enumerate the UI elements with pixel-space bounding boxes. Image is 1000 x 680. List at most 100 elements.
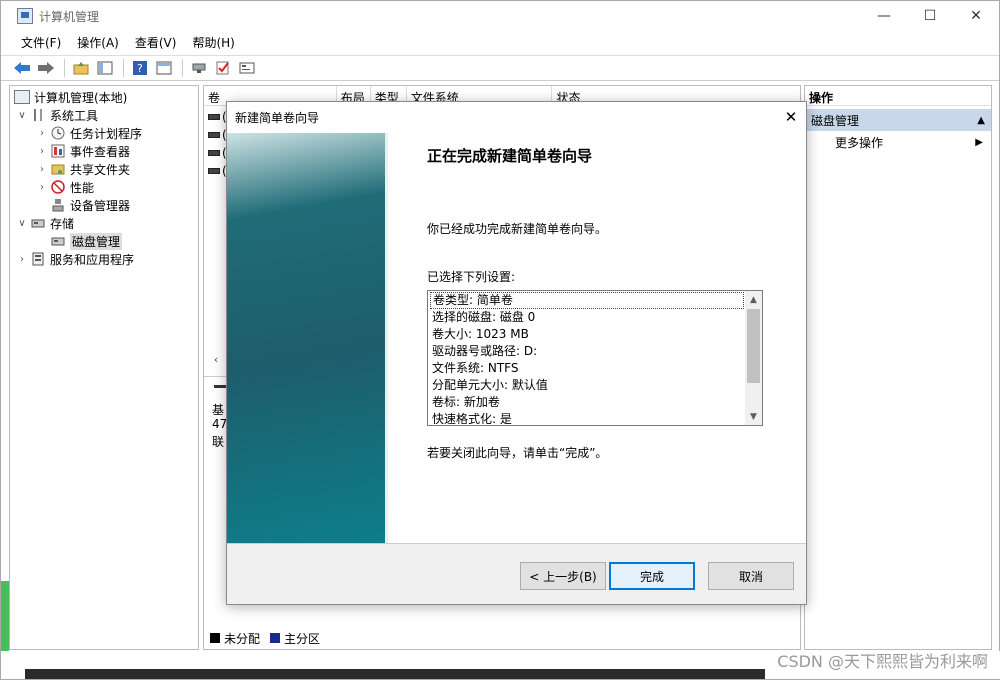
- clock-icon: [50, 126, 66, 140]
- new-simple-volume-wizard: 新建简单卷向导 ✕ 正在完成新建简单卷向导 你已经成功完成新建简单卷向导。 已选…: [226, 101, 807, 605]
- list-item[interactable]: (: [206, 126, 227, 144]
- settings-label: 已选择下列设置:: [427, 270, 516, 284]
- wizard-banner-image: [227, 133, 385, 543]
- actions-section-disk-management[interactable]: 磁盘管理 ▲: [805, 109, 991, 131]
- svg-text:?: ?: [137, 62, 143, 75]
- list-item[interactable]: (: [206, 108, 227, 126]
- settings-item[interactable]: 文件系统: NTFS: [430, 360, 744, 377]
- forward-icon[interactable]: [35, 58, 57, 78]
- chevron-right-icon[interactable]: ›: [36, 164, 48, 175]
- tree-item-label: 计算机管理(本地): [34, 90, 128, 105]
- storage-icon: [30, 216, 46, 230]
- legend-primary: 主分区: [284, 631, 321, 646]
- legend: 未分配 主分区: [208, 629, 320, 647]
- help-icon[interactable]: ?: [129, 58, 151, 78]
- toolbar: ?: [1, 55, 999, 81]
- legend-unallocated: 未分配: [224, 631, 261, 646]
- back-icon[interactable]: [11, 58, 33, 78]
- volume-icon: [208, 168, 220, 174]
- disk-status: 联: [212, 435, 225, 449]
- tree-item-label: 事件查看器: [70, 144, 131, 159]
- tree-item-system-tools[interactable]: ∨ 系统工具: [10, 106, 198, 124]
- tree-item-label: 存储: [50, 216, 75, 231]
- settings-item[interactable]: 卷标: 新加卷: [430, 394, 744, 411]
- settings-scrollbar[interactable]: ▲ ▼: [745, 291, 762, 425]
- dialog-title: 新建简单卷向导: [235, 110, 320, 125]
- tree-item-root[interactable]: 计算机管理(本地): [10, 88, 198, 106]
- shared-folder-icon: [50, 162, 66, 176]
- more-actions-item[interactable]: 更多操作 ▶: [805, 131, 991, 153]
- wizard-heading: 正在完成新建简单卷向导: [427, 147, 593, 165]
- tree-item-shared-folders[interactable]: › 共享文件夹: [10, 160, 198, 178]
- tree-item-storage[interactable]: ∨ 存储: [10, 214, 198, 232]
- submenu-arrow-icon: ▶: [975, 136, 983, 148]
- chevron-down-icon[interactable]: ∨: [16, 110, 28, 121]
- settings-item[interactable]: 卷大小: 1023 MB: [430, 326, 744, 343]
- tree-item-disk-management[interactable]: 磁盘管理: [10, 232, 198, 250]
- dialog-footer: < 上一步(B) 完成 取消: [227, 544, 806, 604]
- tree-item-device-manager[interactable]: 设备管理器: [10, 196, 198, 214]
- volume-icon: [208, 114, 220, 120]
- tree-item-event-viewer[interactable]: › 事件查看器: [10, 142, 198, 160]
- settings-list: 卷类型: 简单卷 选择的磁盘: 磁盘 0 卷大小: 1023 MB 驱动器号或路…: [430, 292, 744, 424]
- scroll-down-icon[interactable]: ▼: [745, 408, 762, 425]
- more-actions-label: 更多操作: [835, 135, 884, 150]
- chevron-down-icon[interactable]: ∨: [16, 218, 28, 229]
- scroll-left-arrow[interactable]: ‹: [204, 350, 228, 368]
- settings-item[interactable]: 分配单元大小: 默认值: [430, 377, 744, 394]
- up-folder-icon[interactable]: [70, 58, 92, 78]
- banner-divider: [385, 133, 388, 543]
- unallocated-swatch: [210, 633, 220, 643]
- dialog-title-bar: 新建简单卷向导: [227, 102, 806, 132]
- properties-icon[interactable]: [153, 58, 175, 78]
- menu-view[interactable]: 查看(V): [127, 34, 185, 51]
- menu-file[interactable]: 文件(F): [13, 34, 69, 51]
- toolbar-separator: [182, 59, 183, 77]
- menu-bar: 文件(F) 操作(A) 查看(V) 帮助(H): [1, 31, 999, 53]
- settings-item[interactable]: 卷类型: 简单卷: [430, 292, 744, 309]
- settings-list-box[interactable]: 卷类型: 简单卷 选择的磁盘: 磁盘 0 卷大小: 1023 MB 驱动器号或路…: [427, 290, 763, 426]
- close-button[interactable]: ✕: [953, 1, 999, 31]
- tree-item-task-scheduler[interactable]: › 任务计划程序: [10, 124, 198, 142]
- tools-icon: [30, 108, 46, 122]
- list-item[interactable]: (: [206, 144, 227, 162]
- chevron-right-icon[interactable]: ›: [16, 254, 28, 265]
- scroll-up-icon[interactable]: ▲: [745, 291, 762, 308]
- connect-icon[interactable]: [188, 58, 210, 78]
- settings-icon[interactable]: [236, 58, 258, 78]
- tree-item-services-apps[interactable]: › 服务和应用程序: [10, 250, 198, 268]
- background-strip: [1, 581, 9, 651]
- finish-button[interactable]: 完成: [609, 562, 695, 590]
- settings-item[interactable]: 选择的磁盘: 磁盘 0: [430, 309, 744, 326]
- back-button[interactable]: < 上一步(B): [520, 562, 606, 590]
- chevron-right-icon[interactable]: ›: [36, 146, 48, 157]
- settings-item[interactable]: 快速格式化: 是: [430, 411, 744, 424]
- show-tree-icon[interactable]: [94, 58, 116, 78]
- maximize-button[interactable]: ☐: [907, 1, 953, 31]
- list-item[interactable]: (: [206, 162, 227, 180]
- computer-icon: [14, 90, 30, 104]
- disk-icon: [50, 234, 66, 248]
- settings-item[interactable]: 驱动器号或路径: D:: [430, 343, 744, 360]
- tree-item-performance[interactable]: › 性能: [10, 178, 198, 196]
- volume-list: ( ( ( (: [206, 108, 227, 180]
- scrollbar-thumb[interactable]: [747, 309, 760, 383]
- check-icon[interactable]: [212, 58, 234, 78]
- actions-header: 操作: [805, 86, 991, 106]
- tree-item-label: 磁盘管理: [70, 232, 123, 250]
- cancel-button[interactable]: 取消: [708, 562, 794, 590]
- tree-item-label: 系统工具: [50, 108, 99, 123]
- chevron-right-icon[interactable]: ›: [36, 182, 48, 193]
- chevron-right-icon[interactable]: ›: [36, 128, 48, 139]
- actions-pane: 操作 磁盘管理 ▲ 更多操作 ▶: [804, 85, 992, 650]
- background-code-strip: [25, 669, 765, 679]
- dialog-close-button[interactable]: ✕: [780, 106, 802, 128]
- menu-help[interactable]: 帮助(H): [184, 34, 242, 51]
- menu-action[interactable]: 操作(A): [69, 34, 127, 51]
- wizard-success-text: 你已经成功完成新建简单卷向导。: [427, 222, 608, 236]
- navigation-tree: 计算机管理(本地) ∨ 系统工具 › 任务计划程序 › 事件查看器 › 共享文件…: [9, 85, 199, 650]
- minimize-button[interactable]: —: [861, 1, 907, 31]
- window-title: 计算机管理: [39, 9, 100, 24]
- services-icon: [30, 252, 46, 266]
- collapse-up-icon[interactable]: ▲: [977, 115, 985, 126]
